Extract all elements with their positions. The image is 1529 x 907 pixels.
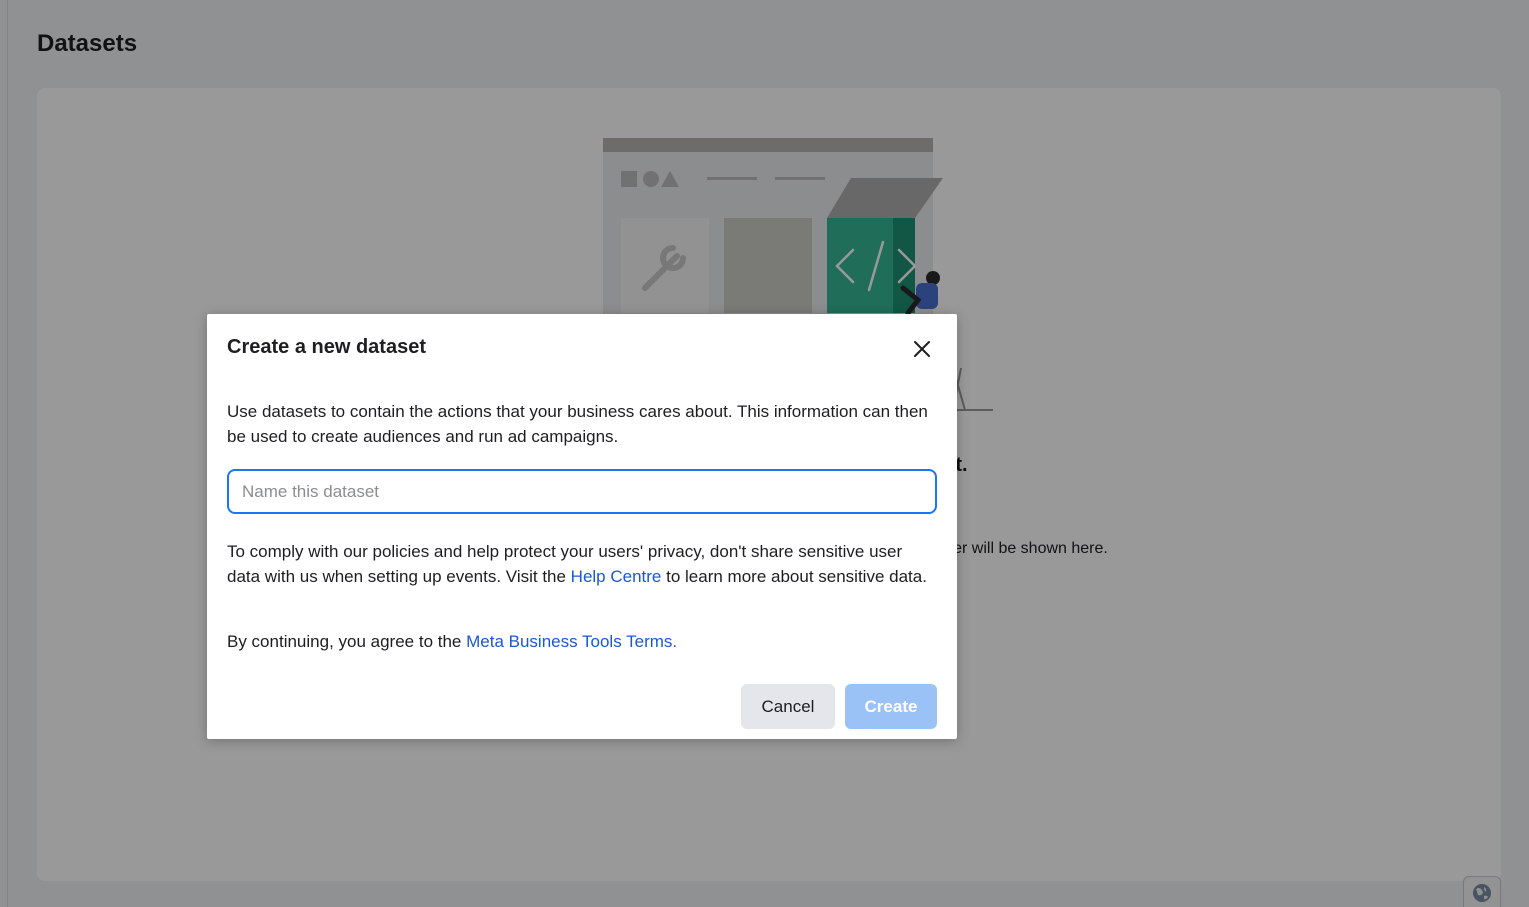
- privacy-text-after: to learn more about sensitive data.: [661, 567, 927, 586]
- dialog-description: Use datasets to contain the actions that…: [227, 402, 928, 446]
- privacy-notice: To comply with our policies and help pro…: [227, 539, 937, 589]
- help-centre-link[interactable]: Help Centre: [571, 567, 662, 586]
- close-dialog-button[interactable]: [907, 334, 937, 364]
- create-button[interactable]: Create: [845, 684, 937, 729]
- terms-text-before: By continuing, you agree to the: [227, 632, 467, 651]
- cancel-button[interactable]: Cancel: [741, 684, 835, 729]
- dialog-title: Create a new dataset: [227, 336, 426, 358]
- close-icon: [914, 341, 930, 357]
- business-tools-terms-link[interactable]: Meta Business Tools Terms.: [466, 632, 677, 651]
- create-dataset-dialog: Create a new dataset Use datasets to con…: [207, 314, 957, 739]
- terms-notice: By continuing, you agree to the Meta Bus…: [227, 629, 937, 654]
- dataset-name-input[interactable]: [227, 469, 937, 514]
